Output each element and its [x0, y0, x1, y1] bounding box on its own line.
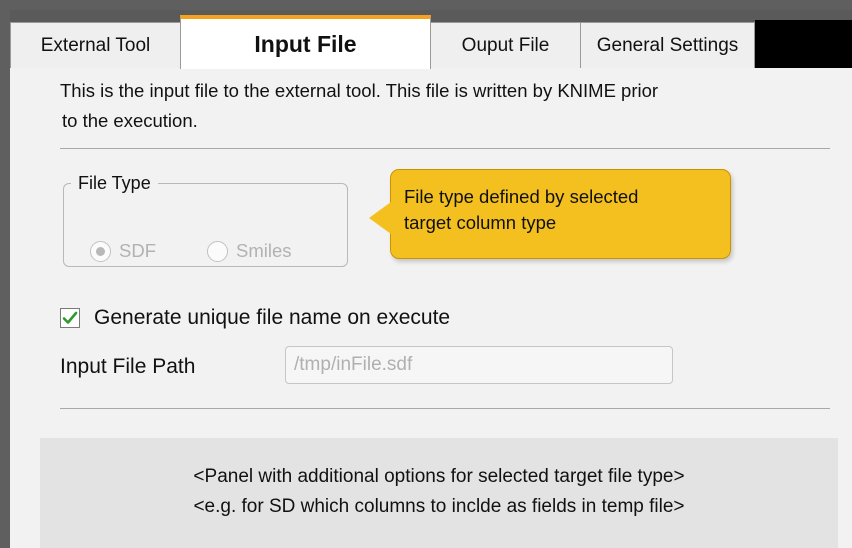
file-type-legend: File Type — [78, 173, 151, 193]
tab-label: External Tool — [40, 34, 151, 56]
options-line-2: <e.g. for SD which columns to inclde as … — [193, 496, 685, 517]
input-file-path-field[interactable] — [285, 346, 673, 384]
checkmark-icon — [62, 311, 78, 324]
radio-selected-dot — [96, 246, 105, 256]
additional-options-panel: <Panel with additional options for selec… — [40, 438, 838, 548]
tab-input-file[interactable]: Input File — [180, 15, 431, 69]
input-file-panel: This is the input file to the external t… — [10, 68, 852, 548]
tooltip-line-1: File type defined by selected — [404, 186, 639, 207]
description-line-2: to the execution. — [62, 110, 198, 131]
generate-unique-label: Generate unique file name on execute — [94, 306, 451, 329]
tab-general-settings[interactable]: General Settings — [580, 22, 755, 68]
tooltip-arrow — [369, 202, 391, 234]
tab-output-file[interactable]: Ouput File — [430, 22, 581, 68]
radio-sdf[interactable]: SDF — [90, 240, 156, 262]
tab-bar-filler — [755, 20, 852, 68]
generate-unique-checkbox[interactable] — [60, 308, 80, 328]
tab-label: General Settings — [596, 34, 739, 56]
file-type-tooltip: File type defined by selected target col… — [369, 169, 731, 259]
radio-smiles-label: Smiles — [236, 240, 292, 261]
tab-external-tool[interactable]: External Tool — [10, 22, 181, 68]
radio-sdf-label: SDF — [119, 240, 156, 261]
window-frame-left — [0, 0, 10, 548]
divider-bottom — [60, 408, 830, 409]
options-placeholder-text: <Panel with additional options for selec… — [40, 462, 838, 522]
description-line-1: This is the input file to the external t… — [60, 80, 659, 101]
radio-smiles[interactable]: Smiles — [207, 240, 292, 262]
tooltip-text: File type defined by selected target col… — [404, 184, 638, 236]
radio-smiles-circle[interactable] — [207, 240, 228, 262]
description-text: This is the input file to the external t… — [60, 76, 780, 136]
tab-label: Ouput File — [461, 34, 550, 56]
generate-unique-row[interactable]: Generate unique file name on execute — [60, 306, 450, 330]
window-frame-top — [0, 0, 852, 10]
file-type-group: File Type SDF Smiles — [63, 173, 348, 267]
input-file-path-label: Input File Path — [60, 355, 196, 378]
tooltip-line-2: target column type — [404, 212, 557, 233]
tab-label: Input File — [254, 30, 357, 57]
divider-top — [60, 148, 830, 149]
options-line-1: <Panel with additional options for selec… — [193, 466, 685, 487]
tab-bar: External Tool Input File Ouput File Gene… — [10, 10, 852, 69]
radio-sdf-circle[interactable] — [90, 240, 111, 262]
